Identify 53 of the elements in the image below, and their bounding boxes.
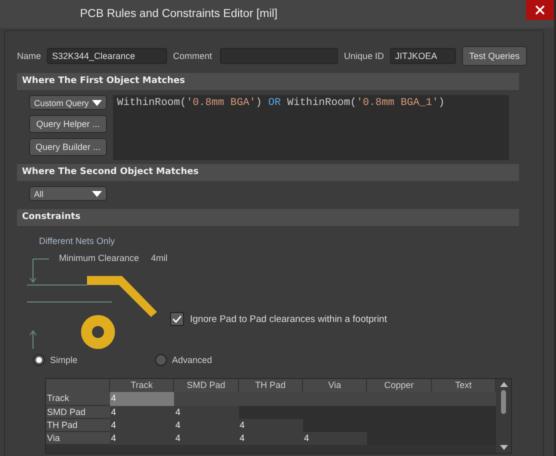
scrollbar[interactable] [496, 379, 511, 453]
row-header: TH Pad [46, 418, 110, 432]
table-cell[interactable]: 4 [110, 392, 174, 406]
table-cell[interactable]: 4 [238, 418, 303, 432]
mode-radio-button[interactable] [33, 354, 45, 366]
name-label: Name [17, 51, 42, 61]
table-cell[interactable]: 4 [174, 418, 239, 432]
column-header: TH Pad [238, 379, 303, 392]
close-icon [535, 5, 545, 15]
test-queries-button[interactable]: Test Queries [462, 46, 527, 66]
table-cell[interactable]: 4 [110, 432, 174, 446]
ignore-pad-checkbox[interactable] [170, 312, 184, 326]
query-button[interactable]: Query Helper ... [29, 115, 107, 133]
unique-id-label: Unique ID [344, 51, 384, 61]
ignore-pad-label: Ignore Pad to Pad clearances within a footprint [190, 314, 387, 324]
scroll-up-icon[interactable] [500, 382, 508, 387]
dropdown-arrow-icon [92, 100, 102, 106]
table-cell[interactable]: 4 [303, 432, 368, 446]
net-scope-label: Different Nets Only [39, 236, 116, 246]
column-header: Via [303, 379, 368, 392]
row-header: SMD Pad [46, 406, 110, 419]
table-cell[interactable]: 4 [110, 406, 174, 419]
name-field[interactable]: S32K344_Clearance [47, 48, 168, 64]
section-header: Constraints [17, 209, 519, 226]
table-cell[interactable]: 4 [110, 418, 174, 432]
column-header: SMD Pad [174, 379, 239, 392]
section-header: Where The First Object Matches [17, 73, 519, 90]
section-header: Where The Second Object Matches [17, 164, 519, 181]
table-cell[interactable]: 4 [174, 432, 239, 446]
minimum-clearance-label: Minimum Clearance [59, 253, 140, 263]
mode-label: Simple [50, 355, 78, 365]
window-title: PCB Rules and Constraints Editor [mil] [80, 8, 278, 20]
table-cell[interactable]: 4 [174, 406, 239, 419]
column-header: Track [110, 379, 174, 392]
column-header: Copper [367, 379, 432, 392]
minimum-clearance-value[interactable]: 4mil [151, 253, 168, 263]
table-cell[interactable]: 4 [238, 432, 303, 446]
query-editor[interactable]: WithinRoom('0.8mm BGA') OR WithinRoom('0.8mm BGA_1') [113, 95, 509, 160]
close-button[interactable] [526, 0, 554, 20]
checkmark-icon [172, 315, 182, 323]
mode-label: Advanced [172, 355, 212, 365]
mode-radio-button[interactable] [155, 354, 167, 366]
row-header: Via [46, 432, 110, 446]
scroll-down-icon[interactable] [500, 445, 508, 450]
row-header: Track [46, 392, 110, 406]
query-type-dropdown[interactable]: All [29, 186, 107, 201]
column-header: Text [432, 379, 496, 392]
unique-id-field[interactable]: JITJKOEA [390, 48, 456, 64]
dropdown-arrow-icon [92, 190, 102, 196]
query-type-dropdown[interactable]: Custom Query [29, 95, 107, 110]
query-button[interactable]: Query Builder ... [29, 138, 107, 156]
comment-label: Comment [173, 51, 212, 61]
scrollbar-thumb[interactable] [501, 390, 506, 414]
